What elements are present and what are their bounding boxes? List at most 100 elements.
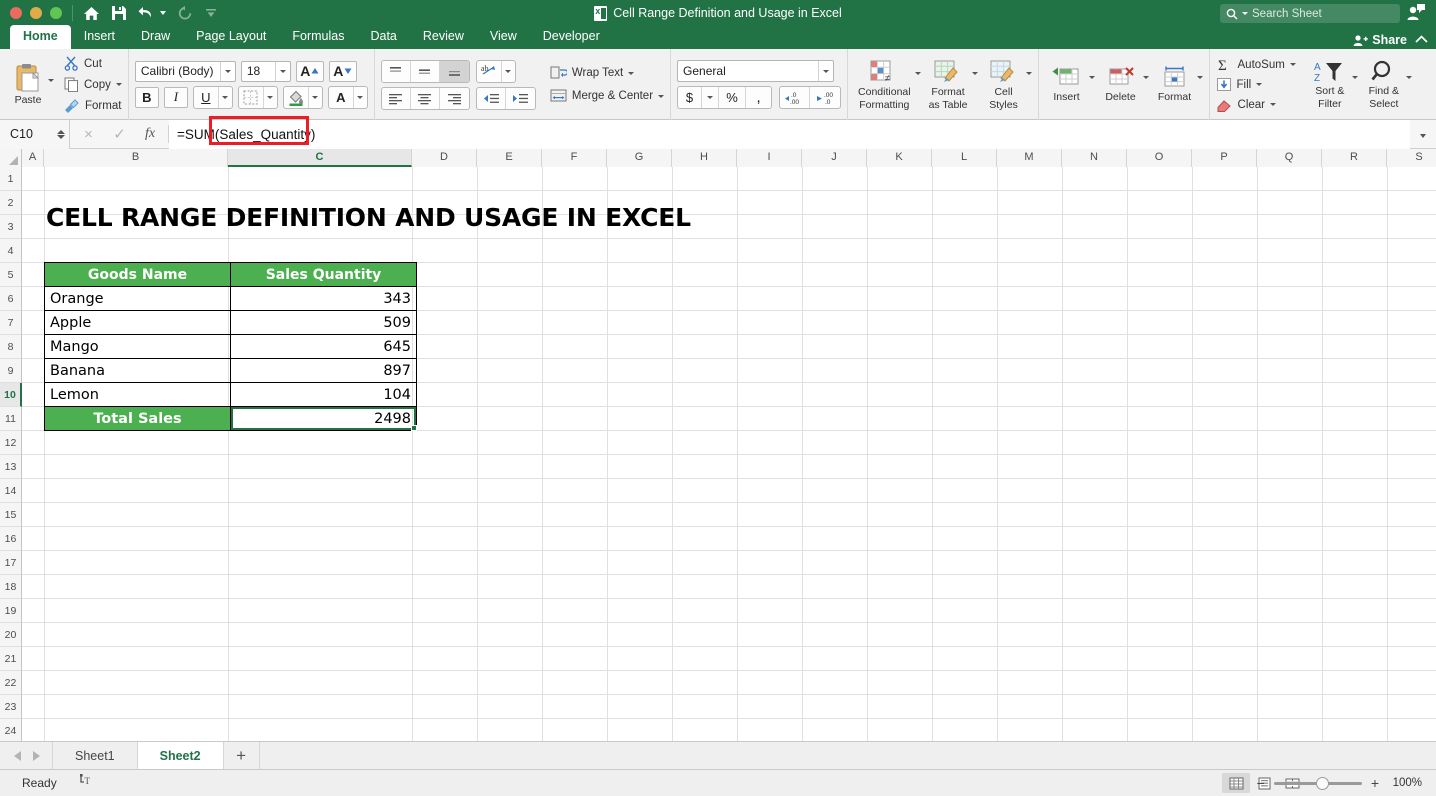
currency-chevron-down-icon[interactable] — [702, 87, 720, 108]
align-right-button[interactable] — [440, 88, 469, 109]
ribbon-collapse-icon[interactable] — [1415, 33, 1428, 47]
conditional-formatting-chevron-down-icon[interactable] — [914, 72, 921, 75]
align-left-button[interactable] — [382, 87, 411, 109]
column-header-h[interactable]: H — [672, 149, 737, 167]
fill-button[interactable]: Fill — [1216, 77, 1296, 92]
row-header-11[interactable]: 11 — [0, 407, 21, 431]
fill-color-button[interactable] — [284, 87, 308, 108]
cell-c8[interactable]: 897 — [230, 358, 417, 383]
clear-chevron-down-icon[interactable] — [1270, 103, 1276, 106]
row-header-12[interactable]: 12 — [0, 431, 21, 455]
share-button[interactable]: Share — [1353, 33, 1407, 47]
fill-color-split-button[interactable] — [282, 85, 323, 109]
zoom-in-button[interactable]: + — [1371, 775, 1379, 791]
row-header-3[interactable]: 3 — [0, 215, 21, 239]
tab-formulas[interactable]: Formulas — [279, 26, 357, 49]
cell-styles-chevron-down-icon[interactable] — [1025, 72, 1032, 75]
add-sheet-button[interactable]: + — [224, 742, 260, 769]
undo-icon[interactable] — [138, 6, 166, 20]
font-name-combo[interactable]: Calibri (Body) — [134, 60, 236, 82]
format-cells-chevron-down-icon[interactable] — [1196, 76, 1203, 79]
row-header-22[interactable]: 22 — [0, 671, 21, 695]
enter-formula-button[interactable]: ✓ — [104, 125, 135, 143]
wrap-text-button[interactable]: Wrap Text — [550, 66, 664, 80]
align-center-button[interactable] — [411, 87, 440, 109]
tab-page-layout[interactable]: Page Layout — [183, 26, 279, 49]
borders-button[interactable] — [239, 87, 263, 108]
tab-developer[interactable]: Developer — [530, 26, 613, 49]
copy-button[interactable]: Copy — [64, 77, 122, 92]
column-header-i[interactable]: I — [737, 149, 802, 167]
column-header-q[interactable]: Q — [1257, 149, 1322, 167]
expand-formula-bar-icon[interactable] — [1410, 125, 1436, 143]
row-header-24[interactable]: 24 — [0, 719, 21, 741]
merge-center-button[interactable]: Merge & Center — [550, 89, 665, 103]
cell-b9[interactable]: Lemon — [44, 382, 231, 407]
search-chevron-down-icon[interactable] — [1242, 12, 1248, 15]
increase-font-size-button[interactable]: A — [295, 60, 324, 82]
column-header-g[interactable]: G — [607, 149, 672, 167]
column-header-d[interactable]: D — [412, 149, 477, 167]
font-size-chevron-down-icon[interactable] — [274, 61, 290, 81]
fill-color-chevron-down-icon[interactable] — [307, 86, 322, 108]
previous-sheet-icon[interactable] — [14, 750, 21, 761]
align-top-button[interactable] — [382, 60, 411, 82]
row-header-2[interactable]: 2 — [0, 191, 21, 215]
insert-function-button[interactable]: fx — [135, 126, 165, 142]
tab-data[interactable]: Data — [357, 26, 409, 49]
column-header-o[interactable]: O — [1127, 149, 1192, 167]
row-header-18[interactable]: 18 — [0, 575, 21, 599]
insert-cells-button[interactable]: Insert — [1045, 64, 1089, 105]
row-header-6[interactable]: 6 — [0, 287, 21, 311]
borders-split-button[interactable] — [237, 85, 278, 109]
cell-c9[interactable]: 104 — [230, 382, 417, 407]
grid-cells[interactable]: CELL RANGE DEFINITION AND USAGE IN EXCEL… — [22, 167, 1436, 741]
cell-b6[interactable]: Apple — [44, 310, 231, 335]
column-header-r[interactable]: R — [1322, 149, 1387, 167]
search-input[interactable]: Search Sheet — [1220, 4, 1400, 23]
comma-button[interactable]: , — [746, 87, 771, 108]
row-header-4[interactable]: 4 — [0, 239, 21, 263]
row-header-21[interactable]: 21 — [0, 647, 21, 671]
orientation-split-button[interactable]: ab — [475, 59, 516, 83]
row-header-5[interactable]: 5 — [0, 263, 21, 287]
decrease-font-size-button[interactable]: A — [328, 60, 357, 82]
increase-decimal-button[interactable]: .0.00 — [780, 87, 811, 108]
table-row[interactable]: Lemon 104 — [44, 382, 417, 407]
number-format-chevron-down-icon[interactable] — [818, 61, 833, 81]
table-total-row[interactable]: Total Sales 2498 — [44, 406, 417, 431]
autosum-button[interactable]: Σ AutoSum — [1216, 57, 1296, 72]
zoom-out-button[interactable]: − — [1257, 775, 1265, 791]
borders-chevron-down-icon[interactable] — [262, 86, 277, 108]
sheet-tab-sheet2[interactable]: Sheet2 — [137, 742, 224, 769]
row-header-17[interactable]: 17 — [0, 551, 21, 575]
minimize-window-button[interactable] — [30, 7, 42, 19]
table-row[interactable]: Orange 343 — [44, 286, 417, 311]
underline-split-button[interactable]: U — [192, 85, 233, 109]
row-header-1[interactable]: 1 — [0, 167, 21, 191]
column-header-m[interactable]: M — [997, 149, 1062, 167]
save-icon[interactable] — [111, 5, 127, 21]
clear-button[interactable]: Clear — [1216, 97, 1296, 112]
sort-filter-button[interactable]: A Z Sort & Filter — [1308, 58, 1352, 112]
close-window-button[interactable] — [10, 7, 22, 19]
align-middle-button[interactable] — [411, 60, 440, 82]
row-header-14[interactable]: 14 — [0, 479, 21, 503]
table-row[interactable]: Apple 509 — [44, 310, 417, 335]
select-all-button[interactable] — [0, 149, 22, 167]
column-header-l[interactable]: L — [932, 149, 997, 167]
table-row[interactable]: Mango 645 — [44, 334, 417, 359]
font-name-chevron-down-icon[interactable] — [219, 61, 235, 81]
tab-insert[interactable]: Insert — [71, 26, 128, 49]
home-icon[interactable] — [83, 6, 100, 21]
tab-draw[interactable]: Draw — [128, 26, 183, 49]
column-header-b[interactable]: B — [44, 149, 228, 167]
format-painter-button[interactable]: Format — [64, 98, 122, 113]
sort-filter-chevron-down-icon[interactable] — [1351, 76, 1358, 79]
column-header-c[interactable]: C — [228, 149, 412, 167]
zoom-slider-handle[interactable] — [1315, 776, 1329, 790]
row-header-23[interactable]: 23 — [0, 695, 21, 719]
autosum-chevron-down-icon[interactable] — [1289, 63, 1296, 66]
currency-button[interactable]: $ — [678, 87, 703, 108]
delete-cells-button[interactable]: Delete — [1099, 64, 1143, 105]
